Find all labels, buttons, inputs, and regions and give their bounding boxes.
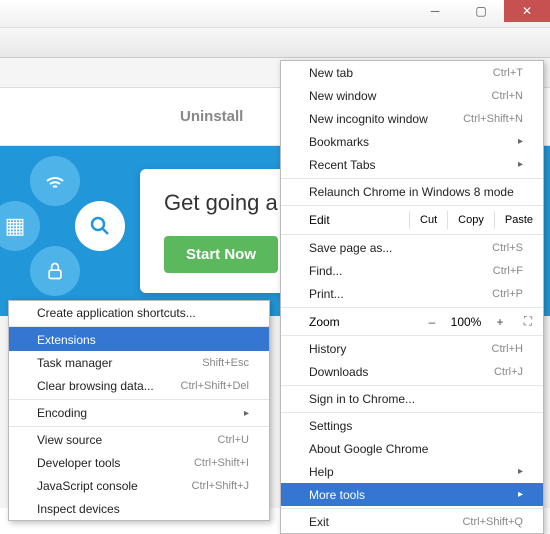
more-tools-submenu: Create application shortcuts... Extensio… [8, 300, 270, 521]
menu-new-window[interactable]: New windowCtrl+N [281, 84, 543, 107]
wifi-icon [30, 156, 80, 206]
menu-history[interactable]: HistoryCtrl+H [281, 335, 543, 360]
menu-edit-row: Edit Cut Copy Paste [281, 205, 543, 232]
menu-more-tools[interactable]: More tools▸ [281, 483, 543, 506]
menu-new-incognito[interactable]: New incognito windowCtrl+Shift+N [281, 107, 543, 130]
menu-save-page[interactable]: Save page as...Ctrl+S [281, 234, 543, 259]
menu-find[interactable]: Find...Ctrl+F [281, 259, 543, 282]
fullscreen-icon[interactable]: ⛶ [513, 314, 543, 329]
maximize-button[interactable]: ▢ [458, 0, 504, 22]
submenu-inspect-devices[interactable]: Inspect devices [9, 497, 269, 520]
submenu-create-shortcuts[interactable]: Create application shortcuts... [9, 301, 269, 324]
close-button[interactable]: ✕ [504, 0, 550, 22]
paste-button[interactable]: Paste [494, 211, 543, 229]
lock-icon [30, 246, 80, 296]
window-titlebar: ─ ▢ ✕ [0, 0, 550, 28]
zoom-out-button[interactable]: – [419, 315, 445, 329]
zoom-label: Zoom [309, 315, 419, 329]
minimize-button[interactable]: ─ [412, 0, 458, 22]
chrome-main-menu: New tabCtrl+T New windowCtrl+N New incog… [280, 60, 544, 534]
menu-downloads[interactable]: DownloadsCtrl+J [281, 360, 543, 383]
submenu-clear-browsing[interactable]: Clear browsing data...Ctrl+Shift+Del [9, 374, 269, 397]
menu-zoom-row: Zoom – 100% + ⛶ [281, 307, 543, 333]
copy-button[interactable]: Copy [447, 211, 494, 229]
cut-button[interactable]: Cut [409, 211, 447, 229]
search-icon [75, 201, 125, 251]
menu-settings[interactable]: Settings [281, 412, 543, 437]
submenu-extensions[interactable]: Extensions [9, 326, 269, 351]
zoom-in-button[interactable]: + [487, 315, 513, 329]
menu-relaunch-win8[interactable]: Relaunch Chrome in Windows 8 mode [281, 178, 543, 203]
menu-bookmarks[interactable]: Bookmarks▸ [281, 130, 543, 153]
tab-bar [0, 28, 550, 58]
edit-label: Edit [309, 213, 409, 227]
submenu-task-manager[interactable]: Task managerShift+Esc [9, 351, 269, 374]
grid-icon: ▦ [0, 201, 40, 251]
uninstall-label: Uninstall [180, 108, 243, 125]
submenu-js-console[interactable]: JavaScript consoleCtrl+Shift+J [9, 474, 269, 497]
menu-sign-in[interactable]: Sign in to Chrome... [281, 385, 543, 410]
menu-new-tab[interactable]: New tabCtrl+T [281, 61, 543, 84]
start-now-button[interactable]: Start Now [164, 236, 278, 273]
menu-recent-tabs[interactable]: Recent Tabs▸ [281, 153, 543, 176]
menu-exit[interactable]: ExitCtrl+Shift+Q [281, 508, 543, 533]
menu-help[interactable]: Help▸ [281, 460, 543, 483]
menu-print[interactable]: Print...Ctrl+P [281, 282, 543, 305]
menu-about[interactable]: About Google Chrome [281, 437, 543, 460]
zoom-value: 100% [445, 315, 487, 329]
submenu-view-source[interactable]: View sourceCtrl+U [9, 426, 269, 451]
submenu-developer-tools[interactable]: Developer toolsCtrl+Shift+I [9, 451, 269, 474]
submenu-encoding[interactable]: Encoding▸ [9, 399, 269, 424]
